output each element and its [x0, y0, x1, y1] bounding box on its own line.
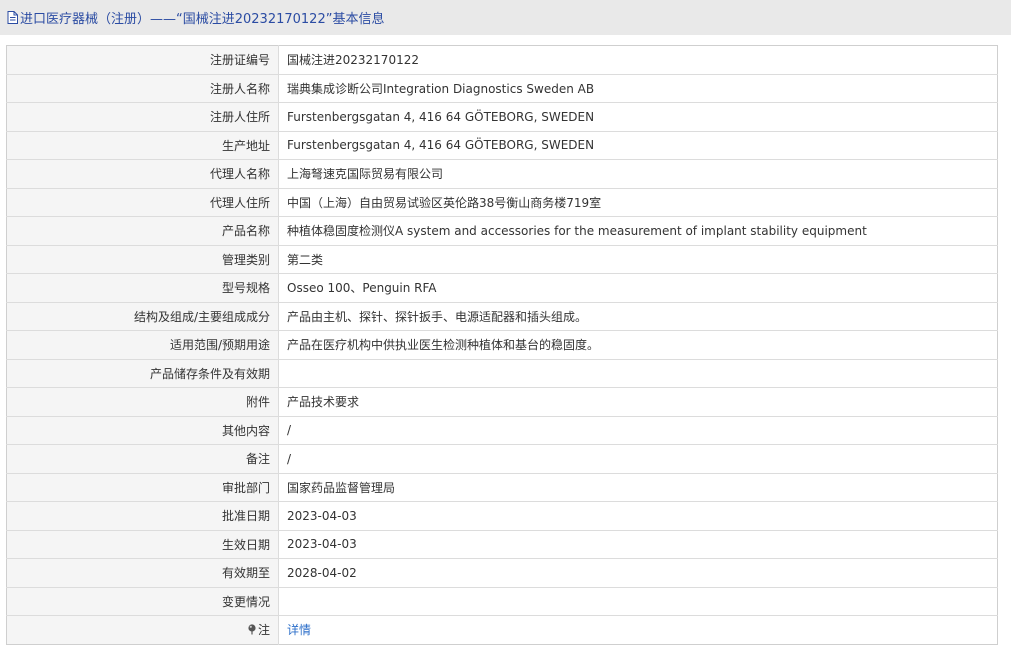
row-label: 产品名称	[6, 216, 279, 246]
row-value	[278, 359, 998, 388]
table-row: 批准日期 2023-04-03	[6, 501, 998, 531]
row-label: 注册人名称	[6, 74, 279, 103]
row-value: Osseo 100、Penguin RFA	[278, 273, 998, 303]
row-label: 备注	[6, 444, 279, 474]
table-row: 审批部门 国家药品监督管理局	[6, 473, 998, 502]
table-row: 产品名称 种植体稳固度检测仪A system and accessories fo…	[6, 216, 998, 246]
row-value	[278, 587, 998, 616]
row-value: 国家药品监督管理局	[278, 473, 998, 502]
row-label: 有效期至	[6, 558, 279, 588]
row-value: 产品技术要求	[278, 387, 998, 417]
row-value: 瑞典集成诊断公司Integration Diagnostics Sweden A…	[278, 74, 998, 103]
row-value: 第二类	[278, 245, 998, 274]
table-row: 型号规格 Osseo 100、Penguin RFA	[6, 273, 998, 303]
row-label: 生产地址	[6, 131, 279, 160]
row-label: 型号规格	[6, 273, 279, 303]
table-row-note: 注 详情	[6, 615, 998, 645]
row-value: 国械注进20232170122	[278, 45, 998, 75]
table-row: 生产地址 Furstenbergsgatan 4, 416 64 GÖTEBORG…	[6, 131, 998, 160]
row-value: 中国（上海）自由贸易试验区英伦路38号衡山商务楼719室	[278, 188, 998, 217]
table-row: 其他内容 /	[6, 416, 998, 445]
row-value: 产品在医疗机构中供执业医生检测种植体和基台的稳固度。	[278, 330, 998, 360]
row-label: 注	[6, 615, 279, 644]
row-value: Furstenbergsgatan 4, 416 64 GÖTEBORG, SW…	[278, 131, 998, 160]
row-label: 其他内容	[6, 416, 279, 445]
row-label: 结构及组成/主要组成成分	[6, 302, 279, 331]
row-value: 2028-04-02	[278, 558, 998, 588]
details-link[interactable]: 详情	[287, 623, 311, 637]
table-row: 适用范围/预期用途 产品在医疗机构中供执业医生检测种植体和基台的稳固度。	[6, 330, 998, 360]
row-value: 2023-04-03	[278, 501, 998, 531]
row-label: 生效日期	[6, 530, 279, 559]
row-label: 批准日期	[6, 501, 279, 531]
row-label: 附件	[6, 387, 279, 417]
table-row: 结构及组成/主要组成成分 产品由主机、探针、探针扳手、电源适配器和插头组成。	[6, 302, 998, 331]
row-value: Furstenbergsgatan 4, 416 64 GÖTEBORG, SW…	[278, 102, 998, 132]
table-row: 变更情况	[6, 587, 998, 616]
row-label: 适用范围/预期用途	[6, 330, 279, 360]
row-label: 审批部门	[6, 473, 279, 502]
row-label: 管理类别	[6, 245, 279, 274]
table-row: 产品储存条件及有效期	[6, 359, 998, 388]
table-row: 注册证编号 国械注进20232170122	[6, 45, 998, 75]
table-row: 代理人名称 上海弩速克国际贸易有限公司	[6, 159, 998, 189]
table-row: 生效日期 2023-04-03	[6, 530, 998, 559]
table-row: 注册人名称 瑞典集成诊断公司Integration Diagnostics Swe…	[6, 74, 998, 103]
row-value: 产品由主机、探针、探针扳手、电源适配器和插头组成。	[278, 302, 998, 331]
row-value: /	[278, 444, 998, 474]
table-row: 备注 /	[6, 444, 998, 474]
row-label: 产品储存条件及有效期	[6, 359, 279, 388]
document-icon	[7, 11, 18, 24]
page-title-bar: 进口医疗器械（注册）——“国械注进20232170122”基本信息	[0, 0, 1011, 35]
table-row: 有效期至 2028-04-02	[6, 558, 998, 588]
pin-icon	[248, 624, 256, 635]
row-value: /	[278, 416, 998, 445]
detail-table-body: 注册证编号 国械注进20232170122 注册人名称 瑞典集成诊断公司Integra…	[6, 45, 998, 645]
detail-table: 注册证编号 国械注进20232170122 注册人名称 瑞典集成诊断公司Integra…	[6, 45, 998, 645]
table-row: 附件 产品技术要求	[6, 387, 998, 417]
table-row: 注册人住所 Furstenbergsgatan 4, 416 64 GÖTEBOR…	[6, 102, 998, 132]
page-title: 进口医疗器械（注册）——“国械注进20232170122”基本信息	[20, 12, 385, 27]
row-label: 变更情况	[6, 587, 279, 616]
note-label: 注	[257, 623, 270, 638]
row-value: 2023-04-03	[278, 530, 998, 559]
row-label: 注册人住所	[6, 102, 279, 132]
row-value: 种植体稳固度检测仪A system and accessories for th…	[278, 216, 998, 246]
row-label: 代理人住所	[6, 188, 279, 217]
row-label: 注册证编号	[6, 45, 279, 75]
row-value: 上海弩速克国际贸易有限公司	[278, 159, 998, 189]
row-value: 详情	[279, 616, 998, 645]
table-row: 代理人住所 中国（上海）自由贸易试验区英伦路38号衡山商务楼719室	[6, 188, 998, 217]
row-label: 代理人名称	[6, 159, 279, 189]
table-row: 管理类别 第二类	[6, 245, 998, 274]
